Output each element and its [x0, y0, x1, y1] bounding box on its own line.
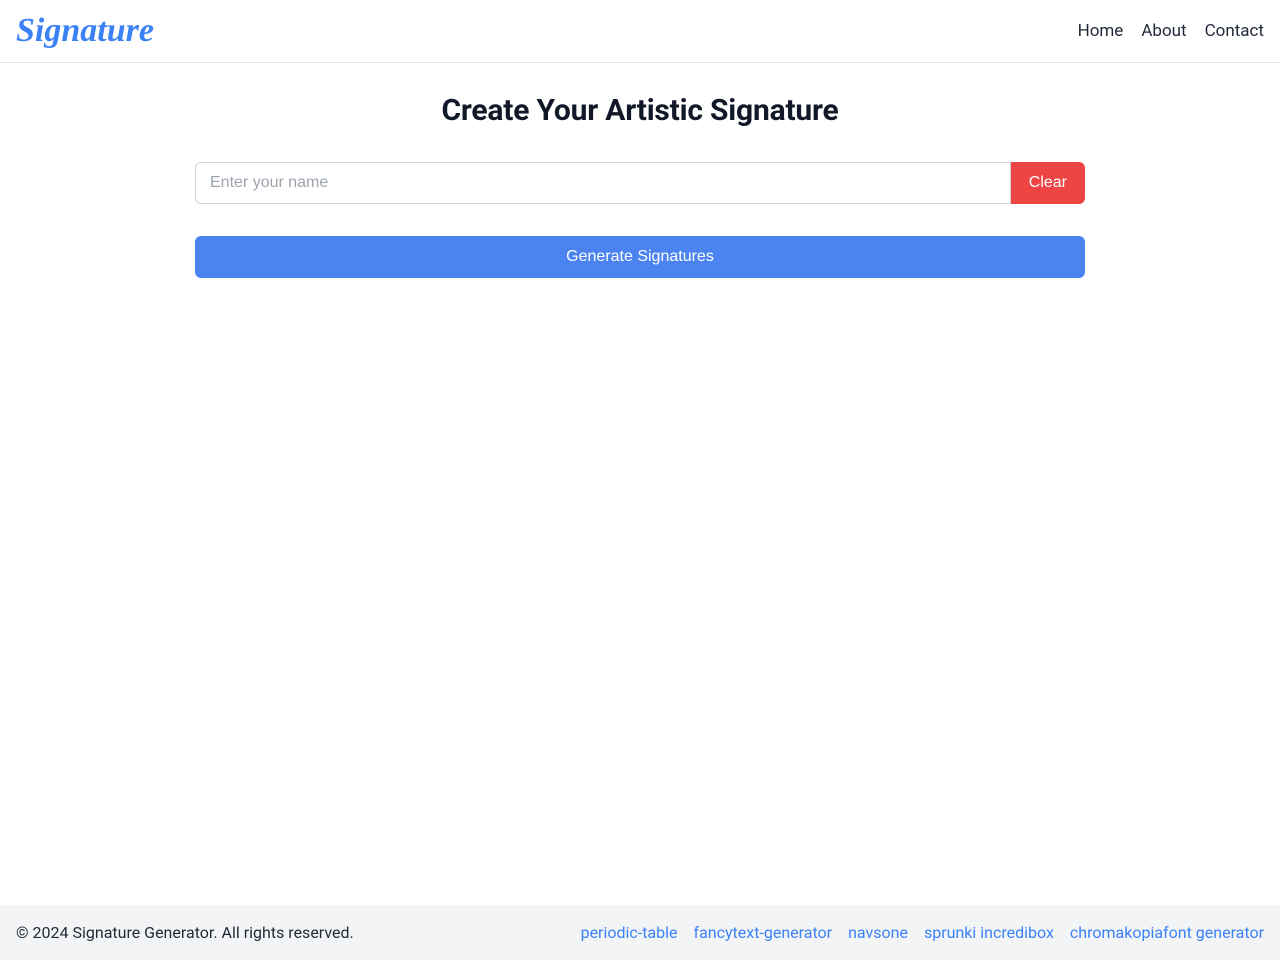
main-content: Create Your Artistic Signature Clear Gen…	[0, 63, 1280, 905]
nav-about[interactable]: About	[1141, 21, 1186, 41]
page-title: Create Your Artistic Signature	[441, 93, 838, 128]
footer-link-periodic-table[interactable]: periodic-table	[581, 923, 678, 942]
footer-link-fancytext-generator[interactable]: fancytext-generator	[694, 923, 833, 942]
footer-link-chromakopiafont-generator[interactable]: chromakopiafont generator	[1070, 923, 1264, 942]
footer: © 2024 Signature Generator. All rights r…	[0, 905, 1280, 960]
footer-link-navsone[interactable]: navsone	[848, 923, 908, 942]
nav-contact[interactable]: Contact	[1205, 21, 1264, 41]
main-nav: Home About Contact	[1078, 21, 1264, 41]
name-input[interactable]	[195, 162, 1011, 204]
logo[interactable]: Signature	[16, 14, 154, 48]
clear-button[interactable]: Clear	[1011, 162, 1085, 204]
footer-links: periodic-table fancytext-generator navso…	[581, 923, 1264, 942]
generate-button[interactable]: Generate Signatures	[195, 236, 1085, 278]
footer-link-sprunki-incredibox[interactable]: sprunki incredibox	[924, 923, 1054, 942]
header: Signature Home About Contact	[0, 0, 1280, 63]
nav-home[interactable]: Home	[1078, 21, 1124, 41]
copyright-text: © 2024 Signature Generator. All rights r…	[16, 923, 354, 942]
input-row: Clear	[195, 162, 1085, 204]
